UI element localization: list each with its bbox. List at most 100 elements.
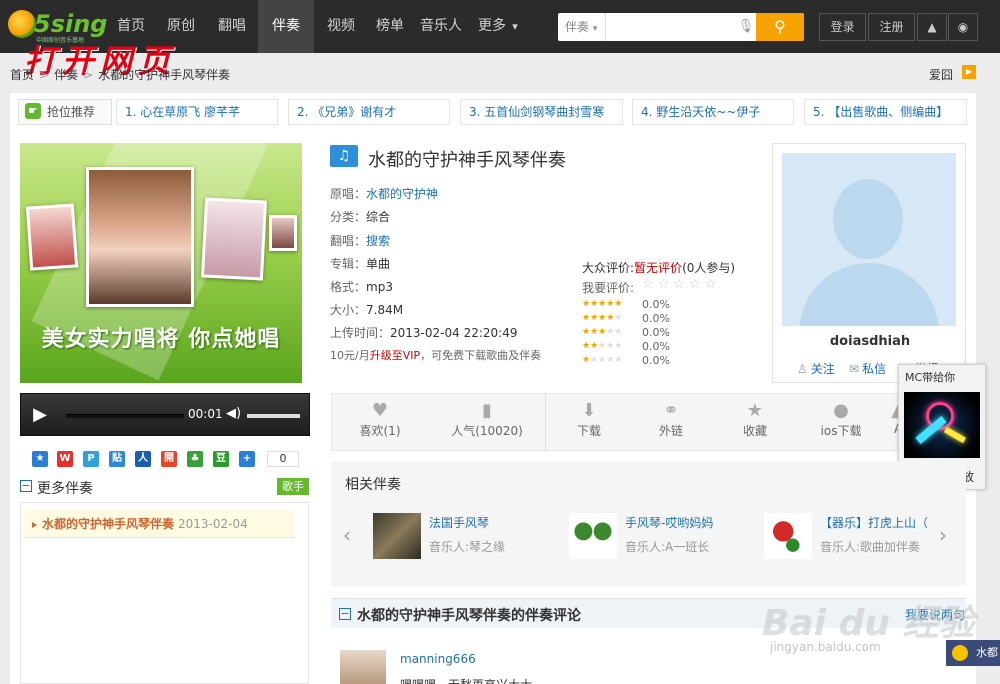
related-item-name[interactable]: 法国手风琴	[429, 514, 489, 531]
breadcrumb-home[interactable]: 首页	[10, 68, 34, 82]
vip-promo: 10元/月升级至VIP，可免费下载歌曲及伴奏	[330, 349, 542, 362]
tieba-icon[interactable]: 贴	[109, 451, 125, 467]
breadcrumb-current: 水都的守护神手风琴伴奏	[98, 68, 231, 82]
hot-item[interactable]: 2. 《兄弟》谢有才	[288, 99, 450, 125]
user-icon: ♙	[797, 362, 808, 376]
nav-video[interactable]: 视频	[318, 0, 364, 53]
vip-upgrade-link[interactable]: 升级至VIP	[370, 349, 420, 362]
microphone-icon[interactable]: 🎙	[736, 13, 756, 41]
nav-more-chevron-icon[interactable]: ▾	[508, 0, 522, 53]
nav-musicians[interactable]: 音乐人	[414, 0, 468, 53]
info-size: 大小：7.84M	[330, 303, 404, 317]
volume-slider[interactable]	[247, 414, 300, 418]
weibo-icon[interactable]: ◉	[948, 13, 978, 41]
rating-row: ★★★★★ 0.0%	[582, 312, 670, 325]
commenter-name[interactable]: manning666	[400, 652, 476, 666]
search-icon: ⚲	[774, 17, 786, 36]
nav-accompaniment[interactable]: 伴奏	[258, 0, 314, 53]
renren-icon[interactable]: 人	[135, 451, 151, 467]
tencent-weibo-icon[interactable]: P	[83, 451, 99, 467]
bell-icon[interactable]: ▲	[917, 13, 947, 41]
like-button[interactable]: ♥ 喜欢(1)	[352, 400, 408, 439]
apple-icon: ●	[833, 400, 849, 421]
search-button[interactable]: ⚲	[756, 13, 804, 41]
breadcrumb-separator: >	[39, 68, 50, 82]
nav-charts[interactable]: 榜单	[368, 0, 412, 53]
related-item-name[interactable]: 【器乐】打虎上山（	[820, 514, 928, 531]
uploader-card: doiasdhiah ♙关注 ✉私信 ⚑举报	[772, 143, 966, 383]
star-icon: ★	[746, 400, 764, 421]
comment-text: 嘿嘿嘿，无愁再高兴大大	[400, 676, 532, 684]
collapse-icon[interactable]: −	[339, 608, 351, 620]
heart-icon: ♥	[371, 400, 389, 421]
nav-cover[interactable]: 翻唱	[208, 0, 256, 53]
cover-search-link[interactable]: 搜索	[366, 234, 390, 248]
original-singer-link[interactable]: 水都的守护神	[366, 187, 438, 201]
clover-icon[interactable]: ♣	[187, 451, 203, 467]
promo-banner[interactable]: 美女实力唱将 你点她唱	[20, 143, 302, 383]
music-note-icon: ♫	[330, 145, 358, 167]
play-button[interactable]: ▶	[27, 402, 53, 428]
kaixin-icon[interactable]: 開	[161, 451, 177, 467]
search-type-select[interactable]: 伴奏 ▾	[558, 13, 606, 41]
avatar[interactable]	[782, 153, 956, 326]
popularity-button[interactable]: ▮ 人气(10020)	[444, 400, 530, 439]
ios-download-button[interactable]: ● ios下载	[814, 400, 868, 439]
hot-item[interactable]: 3. 五首仙剑钢琴曲封雪寒	[460, 99, 623, 125]
nav-more[interactable]: 更多	[474, 0, 510, 53]
search-bar: 伴奏 ▾ 🎙 ⚲	[558, 13, 804, 41]
hot-item[interactable]: 5. 【出售歌曲、侧编曲】	[804, 99, 967, 125]
idol-link[interactable]: 爱囧	[929, 66, 953, 83]
play-icon[interactable]: ▶	[962, 65, 976, 79]
singer-tag[interactable]: 歌手	[277, 478, 309, 495]
download-button[interactable]: ⬇ 下载	[564, 400, 614, 439]
mini-player-tab[interactable]: 水都	[946, 640, 1000, 666]
breadcrumb-separator: >	[83, 68, 94, 82]
info-original-singer: 原唱：水都的守护神	[330, 187, 439, 201]
banner-caption: 美女实力唱将 你点她唱	[41, 327, 281, 352]
uploader-name[interactable]: doiasdhiah	[773, 334, 967, 349]
breadcrumb: 首页 > 伴奏 > 水都的守护神手风琴伴奏	[10, 66, 230, 83]
more-accompaniment-list: 水都的守护神手风琴伴奏 2013-02-04	[20, 502, 309, 684]
douban-icon[interactable]: 豆	[213, 451, 229, 467]
hot-recommend-bar: ☛ 抢位推荐 1. 心在草原飞 廖芊芊 2. 《兄弟》谢有才 3. 五首仙剑钢琴曲…	[10, 93, 976, 131]
list-item[interactable]: 水都的守护神手风琴伴奏 2013-02-04	[24, 510, 294, 538]
logo-text: 5sing	[34, 10, 108, 38]
hot-item[interactable]: 1. 心在草原飞 廖芊芊	[116, 99, 278, 125]
chevron-left-icon[interactable]: ‹	[343, 523, 351, 547]
link-icon: ⚭	[663, 400, 679, 421]
weibo-share-icon[interactable]: W	[57, 451, 73, 467]
favorite-button[interactable]: ★ 收藏	[730, 400, 780, 439]
external-link-button[interactable]: ⚭ 外链	[646, 400, 696, 439]
logo-icon	[8, 10, 36, 38]
star-icon: ★★★★★	[582, 313, 623, 323]
collapse-icon[interactable]: −	[20, 480, 32, 492]
chevron-right-icon[interactable]: ›	[939, 523, 947, 547]
related-item-artist: 音乐人:A一班长	[625, 540, 710, 554]
login-button[interactable]: 登录	[819, 13, 866, 41]
banner-photo	[25, 203, 79, 271]
rating-row: ★★★★★ 0.0%	[582, 326, 670, 339]
follow-button[interactable]: ♙ 关注	[797, 360, 835, 377]
related-item-name[interactable]: 手风琴-哎哟妈妈	[625, 514, 713, 531]
info-cover: 翻唱：搜索	[330, 234, 391, 248]
bullet-icon	[32, 522, 37, 528]
list-item-name: 水都的守护神手风琴伴奏	[42, 517, 175, 531]
search-input[interactable]	[608, 15, 733, 39]
breadcrumb-section[interactable]: 伴奏	[54, 68, 78, 82]
qzone-icon[interactable]: ★	[32, 451, 48, 467]
rating-stars[interactable]: ☆☆☆☆☆	[642, 277, 720, 292]
more-share-icon[interactable]: +	[239, 451, 255, 467]
related-thumbnail	[569, 513, 617, 559]
message-button[interactable]: ✉ 私信	[849, 360, 886, 377]
register-button[interactable]: 注册	[868, 13, 915, 41]
related-title: 相关伴奏	[345, 477, 401, 493]
commenter-avatar[interactable]	[340, 650, 386, 684]
volume-icon[interactable]: ◀)	[226, 406, 241, 421]
more-accompaniment-header: − 更多伴奏 歌手	[20, 478, 309, 498]
microphone-neon-image[interactable]	[904, 392, 980, 458]
current-time: 00:01	[188, 407, 223, 421]
progress-track[interactable]	[66, 414, 184, 418]
hot-item[interactable]: 4. 野生沿天依~~伊子	[632, 99, 794, 125]
mail-icon: ✉	[849, 362, 860, 376]
